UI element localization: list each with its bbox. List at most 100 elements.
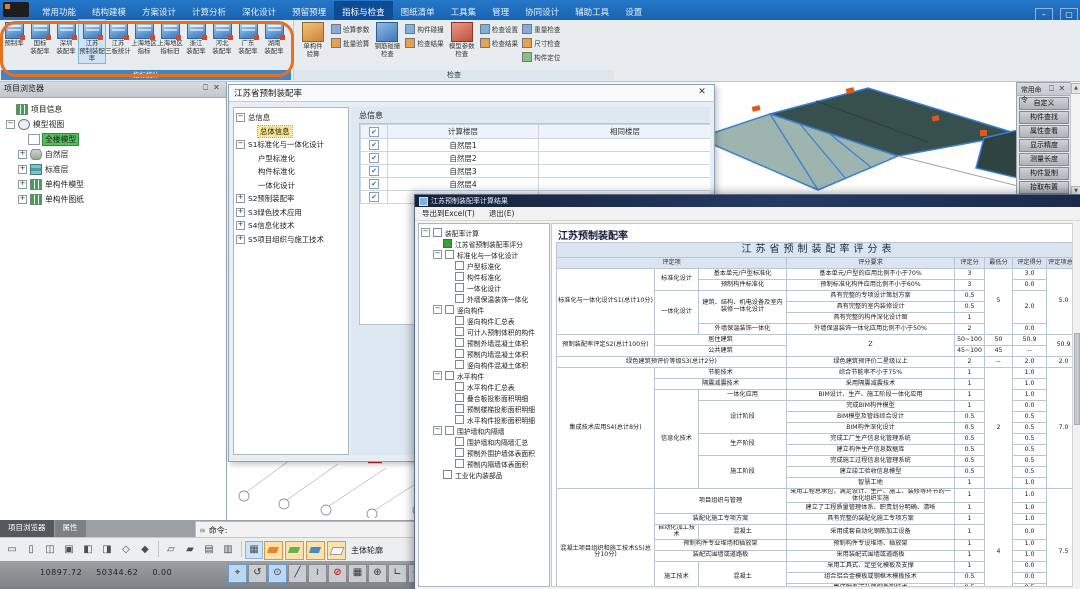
tree-item-总信息[interactable]: −总信息	[234, 111, 348, 125]
tree-item-单构件图纸[interactable]: +单构件图纸	[4, 192, 226, 207]
floor-checkbox[interactable]: ✔	[369, 179, 379, 189]
tree-checkbox[interactable]	[455, 316, 464, 325]
ribbon-button-江苏预制装配率[interactable]: 江苏预制装配率	[79, 20, 105, 63]
status-toggle-icon-5[interactable]: ⊘	[328, 564, 347, 583]
view-tool-icon-2[interactable]: ◫	[41, 541, 59, 559]
tree-checkbox[interactable]	[455, 448, 464, 457]
scrollbar-handle[interactable]	[1074, 333, 1080, 425]
ribbon-button-江苏三板统计[interactable]: 江苏三板统计	[105, 20, 131, 55]
ribbon-tab-0[interactable]: 常用功能	[34, 1, 84, 21]
dock-tab-项目浏览器[interactable]: 项目浏览器	[0, 520, 54, 537]
ribbon-tab-8[interactable]: 工具集	[443, 1, 485, 21]
table-scrollbar[interactable]	[1072, 223, 1080, 587]
collapse-icon[interactable]: −	[433, 305, 442, 314]
view-tool-icon-0[interactable]: ▭	[3, 541, 21, 559]
expand-icon[interactable]: +	[18, 150, 27, 159]
ribbon-button-河北装配率[interactable]: 河北装配率	[209, 20, 235, 55]
tree-item-水平构件汇总表[interactable]: 水平构件汇总表	[419, 381, 549, 392]
tree-item-预制楼梯投影面积明细[interactable]: 预制楼梯投影面积明细	[419, 403, 549, 414]
tree-item-S2预制装配率[interactable]: +S2预制装配率	[234, 192, 348, 206]
tree-item-可计入预制体积的构件[interactable]: 可计入预制体积的构件	[419, 326, 549, 337]
view-tool-icon-11[interactable]: ▤	[200, 541, 218, 559]
ribbon-button-上海地区指标[interactable]: 上海地区指标	[131, 20, 157, 55]
view-tool-icon-1[interactable]: ▯	[22, 541, 40, 559]
view-tool-icon-5[interactable]: ◨	[98, 541, 116, 559]
tree-checkbox[interactable]	[455, 294, 464, 303]
tree-item-预制外墙混凝土体积[interactable]: 预制外墙混凝土体积	[419, 337, 549, 348]
tree-item-围护墙和内隔墙[interactable]: −围护墙和内隔墙	[419, 425, 549, 436]
tree-item-预制内隔墙体表面积[interactable]: 预制内隔墙体表面积	[419, 458, 549, 469]
display-style-icon-or[interactable]	[264, 541, 283, 560]
view-scrollbar[interactable]: ▲ ▼	[1070, 82, 1080, 196]
view-tool-icon-10[interactable]: ▰	[181, 541, 199, 559]
view-tool-icon-9[interactable]: ▱	[162, 541, 180, 559]
tree-item-竖向构件[interactable]: −竖向构件	[419, 304, 549, 315]
ribbon-button-构件碰撞[interactable]: 构件碰撞	[405, 24, 443, 34]
tree-item-竖向构件汇总表[interactable]: 竖向构件汇总表	[419, 315, 549, 326]
tree-item-总体信息[interactable]: 总体信息	[234, 125, 348, 139]
tree-item-江苏省预制装配率评分[interactable]: 江苏省预制装配率评分	[419, 238, 549, 249]
status-toggle-icon-8[interactable]: ∟	[388, 564, 407, 583]
status-toggle-icon-6[interactable]: ▦	[348, 564, 367, 583]
floor-checkbox[interactable]: ✔	[369, 192, 379, 202]
tree-item-装配率计算[interactable]: −装配率计算	[419, 227, 549, 238]
ribbon-tab-2[interactable]: 方案设计	[134, 1, 184, 21]
tree-item-户型标准化[interactable]: 户型标准化	[234, 152, 348, 166]
command-button-拾取布置[interactable]: 拾取布置	[1019, 181, 1069, 194]
ribbon-button-尺寸检查[interactable]: 尺寸检查	[522, 38, 560, 48]
tree-item-S3绿色技术应用[interactable]: +S3绿色技术应用	[234, 206, 348, 220]
tree-item-S1标准化与一体化设计[interactable]: −S1标准化与一体化设计	[234, 138, 348, 152]
tree-item-项目信息[interactable]: 项目信息	[4, 102, 226, 117]
dock-tab-属性[interactable]: 属性	[55, 520, 86, 537]
tree-item-水平构件投影面积明细[interactable]: 水平构件投影面积明细	[419, 414, 549, 425]
status-toggle-icon-4[interactable]: ≀	[308, 564, 327, 583]
dialog-titlebar[interactable]: 江苏省预制装配率 ✕	[229, 85, 714, 102]
ribbon-button-模型参数检查[interactable]: 模型参数检查	[446, 20, 478, 58]
tree-item-S5项目组织与施工技术[interactable]: +S5项目组织与施工技术	[234, 233, 348, 247]
collapse-icon[interactable]: −	[236, 113, 245, 122]
status-toggle-icon-3[interactable]: ╱	[288, 564, 307, 583]
ribbon-button-湖南装配率[interactable]: 湖南装配率	[261, 20, 287, 55]
ribbon-button-上海地区指标旧[interactable]: 上海地区指标旧	[157, 20, 183, 55]
status-toggle-icon-7[interactable]: ⊕	[368, 564, 387, 583]
expand-icon[interactable]: +	[236, 194, 245, 203]
display-style-icon-bl[interactable]	[306, 541, 325, 560]
tree-item-户型标准化[interactable]: 户型标准化	[419, 260, 549, 271]
display-style-icon-wh[interactable]	[327, 541, 346, 560]
tree-item-模型视图[interactable]: −模型视图	[4, 117, 226, 132]
ribbon-tab-11[interactable]: 辅助工具	[567, 1, 617, 21]
tree-item-工业化内装部品[interactable]: 工业化内装部品	[419, 469, 549, 480]
tree-item-全楼模型[interactable]: 全楼模型	[4, 132, 226, 147]
ribbon-button-广东装配率[interactable]: 广东装配率	[235, 20, 261, 55]
collapse-icon[interactable]: −	[433, 426, 442, 435]
tree-checkbox[interactable]	[455, 283, 464, 292]
expand-icon[interactable]: +	[236, 235, 245, 244]
collapse-icon[interactable]: −	[433, 250, 442, 259]
expand-icon[interactable]: +	[18, 180, 27, 189]
tree-item-竖向构件混凝土体积[interactable]: 竖向构件混凝土体积	[419, 359, 549, 370]
status-toggle-icon-1[interactable]: ↺	[248, 564, 267, 583]
tree-checkbox[interactable]	[443, 239, 452, 248]
view-tool-icon-4[interactable]: ◧	[79, 541, 97, 559]
tree-item-围护墙和内隔墙汇总[interactable]: 围护墙和内隔墙汇总	[419, 436, 549, 447]
status-toggle-icon-2[interactable]: ⊙	[268, 564, 287, 583]
ribbon-tab-6[interactable]: 指标与检查	[334, 1, 393, 21]
tree-checkbox[interactable]	[445, 426, 454, 435]
tree-item-叠合板投影面积明细[interactable]: 叠合板投影面积明细	[419, 392, 549, 403]
pin-icon[interactable]: ⎕	[200, 83, 211, 97]
collapse-icon[interactable]: −	[421, 228, 430, 237]
view-tool-icon-14[interactable]: ▦	[245, 541, 263, 559]
ribbon-button-钢筋碰撞检查[interactable]: 钢筋碰撞检查	[371, 20, 403, 58]
view-tool-icon-12[interactable]: ▥	[219, 541, 237, 559]
tree-checkbox[interactable]	[455, 459, 464, 468]
tree-checkbox[interactable]	[455, 404, 464, 413]
expand-icon[interactable]: +	[18, 165, 27, 174]
tree-item-单构件模型[interactable]: +单构件模型	[4, 177, 226, 192]
ribbon-tab-12[interactable]: 设置	[617, 1, 650, 21]
close-icon[interactable]: ✕	[695, 87, 709, 99]
tree-item-一体化设计[interactable]: 一体化设计	[419, 282, 549, 293]
tree-item-标准化与一体化设计[interactable]: −标准化与一体化设计	[419, 249, 549, 260]
command-button-测量长度[interactable]: 测量长度	[1019, 153, 1069, 166]
ribbon-tab-10[interactable]: 协同设计	[517, 1, 567, 21]
command-button-属性查看[interactable]: 属性查看	[1019, 125, 1069, 138]
